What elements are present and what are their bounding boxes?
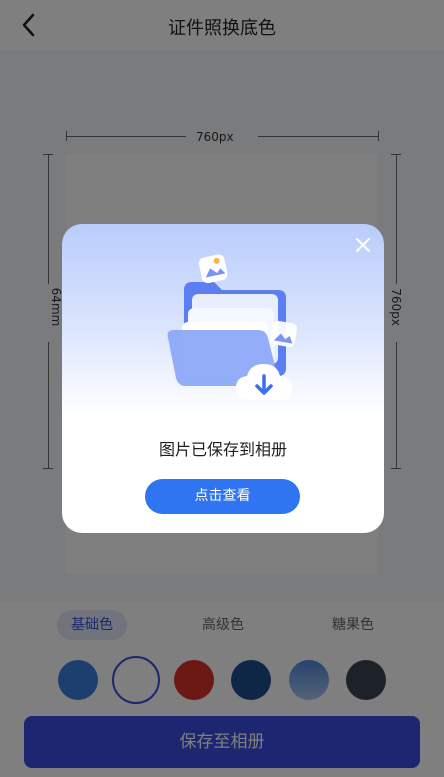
save-success-message: 图片已保存到相册 <box>158 440 287 459</box>
saved-folder-illustration <box>167 254 298 400</box>
save-success-dialog: 图片已保存到相册 点击查看 <box>62 224 384 533</box>
view-button[interactable]: 点击查看 <box>145 479 300 514</box>
close-icon <box>356 238 370 252</box>
close-button[interactable] <box>350 232 376 258</box>
